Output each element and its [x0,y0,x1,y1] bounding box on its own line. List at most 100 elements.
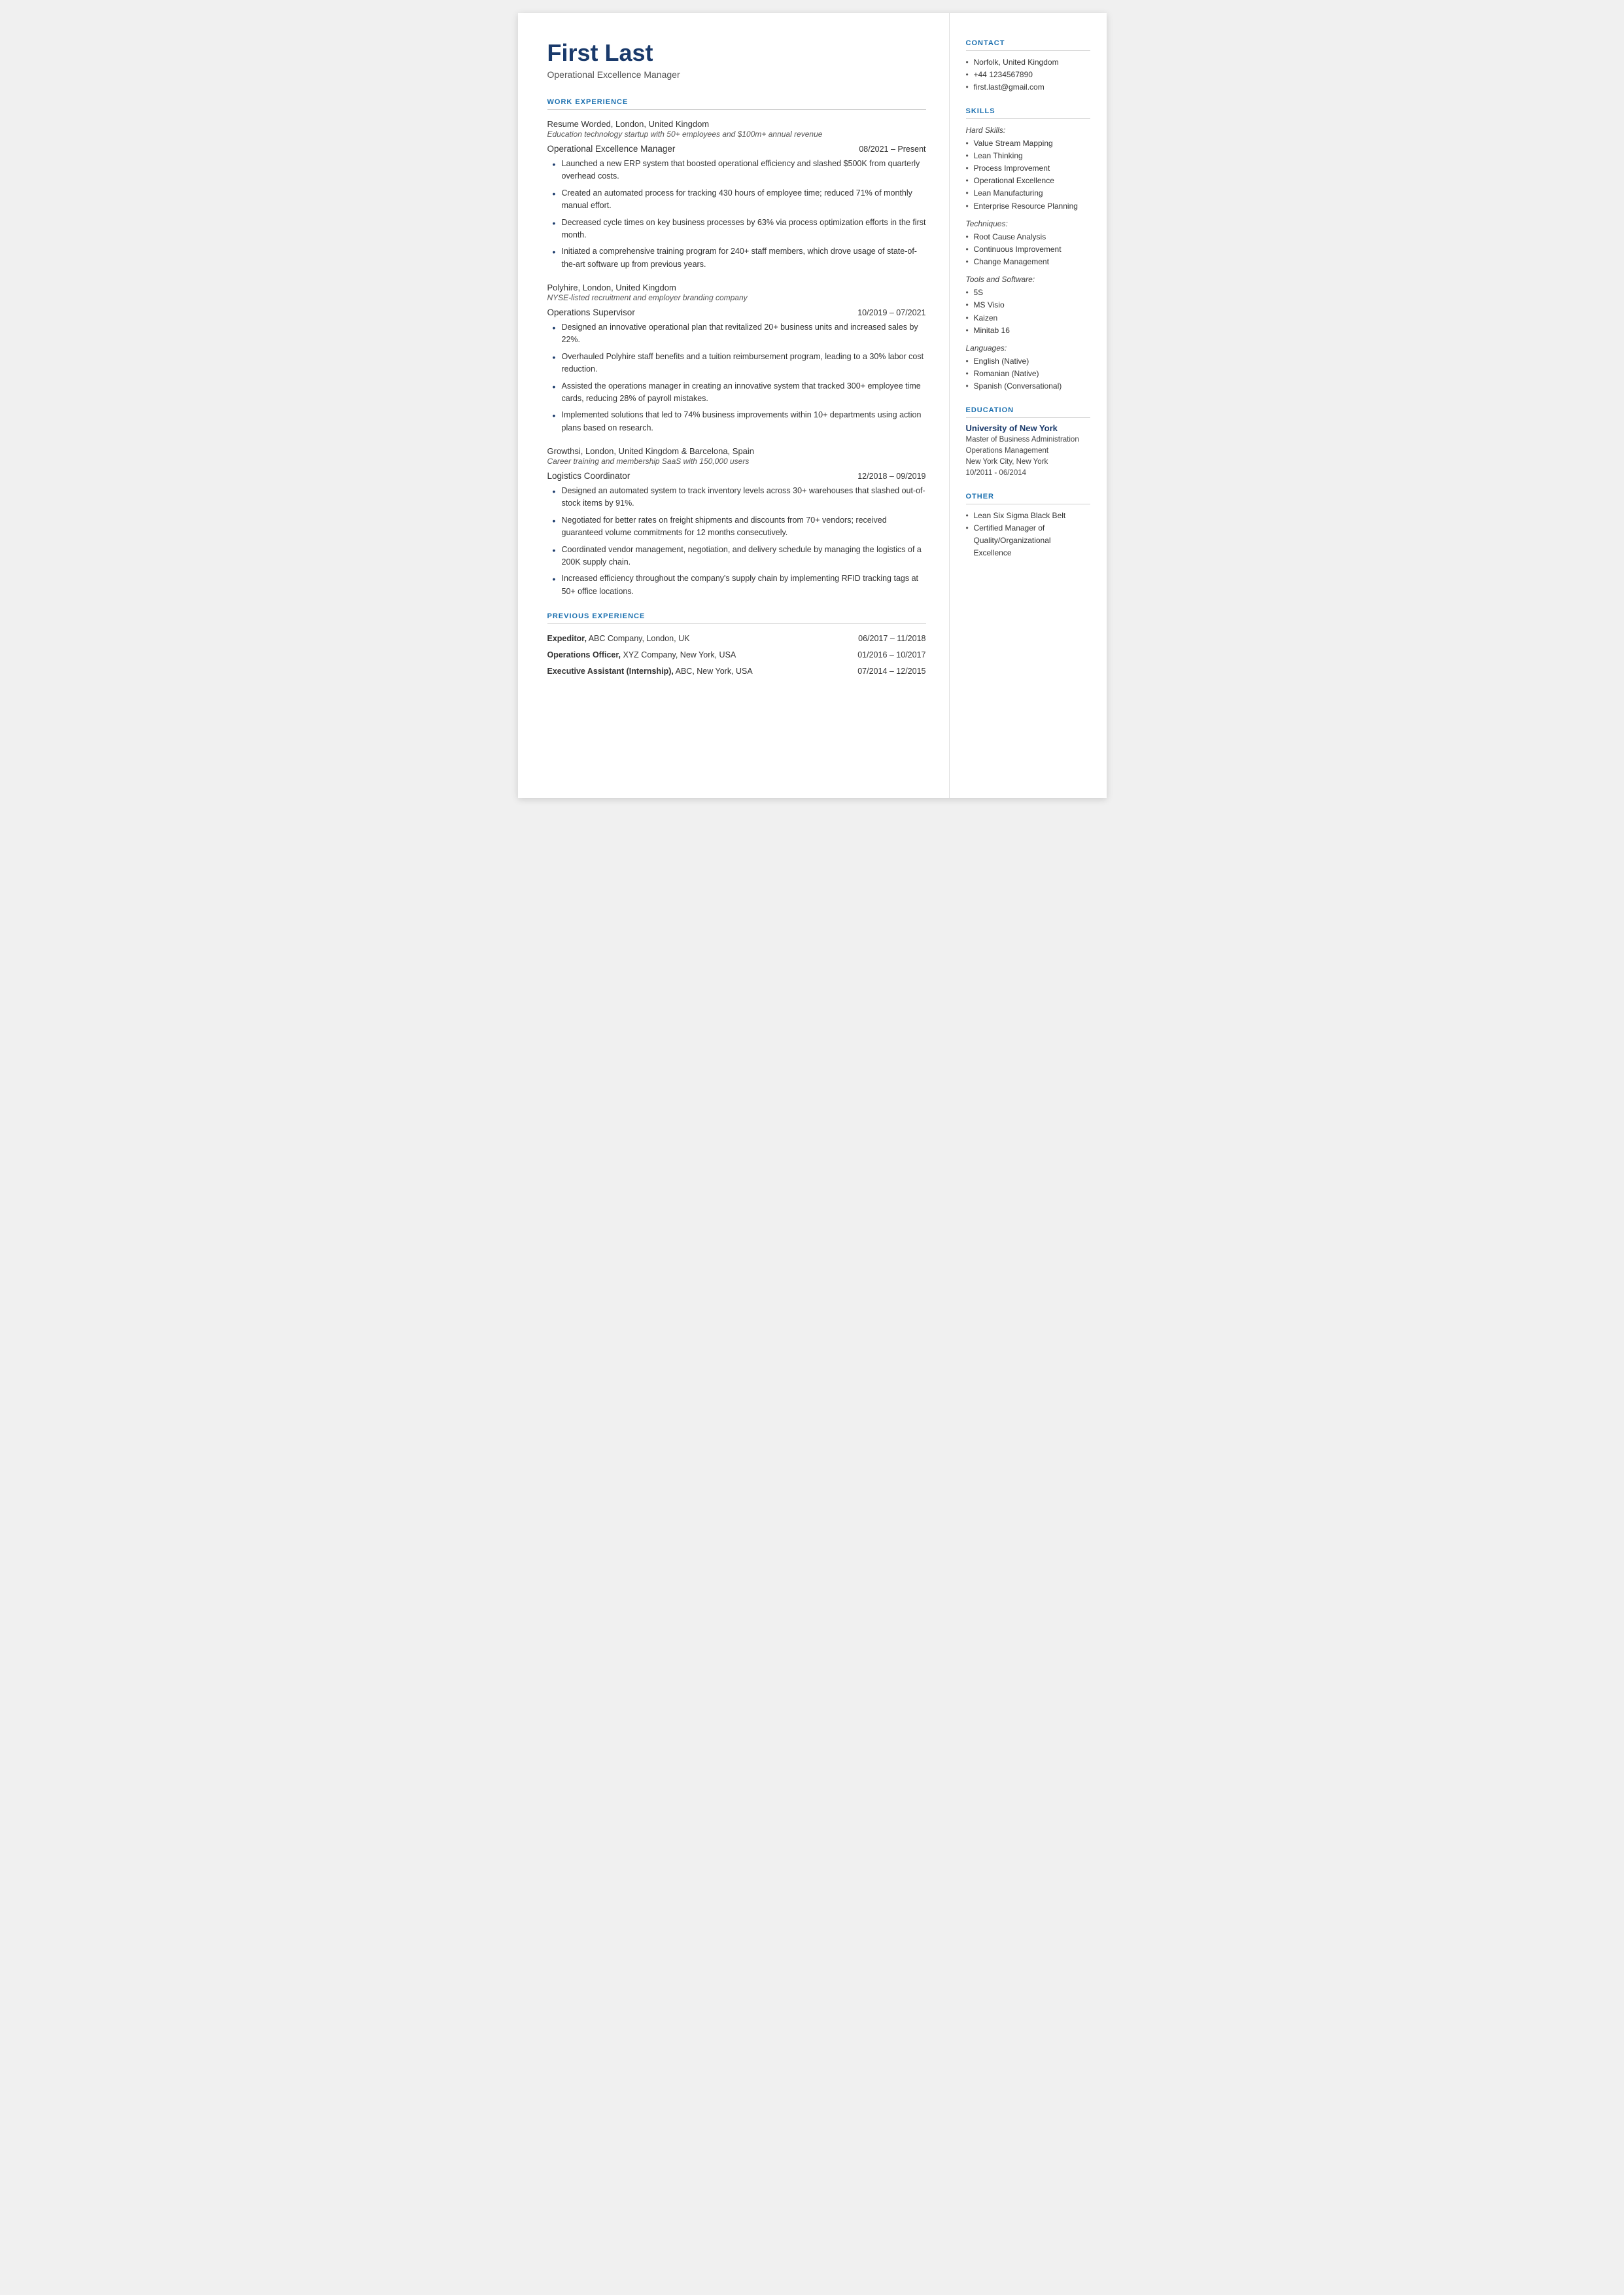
contact-email: first.last@gmail.com [966,81,1090,94]
prev-job-2-title: Operations Officer, [547,650,621,659]
prev-job-2-dates: 01/2016 – 10/2017 [834,647,926,663]
candidate-title: Operational Excellence Manager [547,69,926,80]
languages-list: English (Native) Romanian (Native) Spani… [966,355,1090,393]
prev-job-3: Executive Assistant (Internship), ABC, N… [547,663,926,680]
other-title: OTHER [966,493,1090,504]
skill-item: Value Stream Mapping [966,137,1090,150]
prev-job-3-title: Executive Assistant (Internship), [547,667,674,676]
hard-skills-list: Value Stream Mapping Lean Thinking Proce… [966,137,1090,213]
bullet-item: Initiated a comprehensive training progr… [553,245,926,271]
company-2-name: Polyhire, [547,283,581,292]
tool-item: Kaizen [966,312,1090,324]
job-3-title: Logistics Coordinator [547,471,631,481]
company-2: Polyhire, London, United Kingdom [547,283,926,292]
prev-job-1-dates: 06/2017 – 11/2018 [834,631,926,647]
bullet-item: Implemented solutions that led to 74% bu… [553,409,926,434]
prev-job-2: Operations Officer, XYZ Company, New Yor… [547,647,926,663]
job-1-dates: 08/2021 – Present [859,145,925,154]
language-item: Romanian (Native) [966,368,1090,380]
skill-item: Enterprise Resource Planning [966,200,1090,213]
company-3-desc: Career training and membership SaaS with… [547,457,926,466]
prev-job-3-rest: ABC, New York, USA [674,667,753,676]
job-1-bullets: Launched a new ERP system that boosted o… [547,158,926,271]
company-1: Resume Worded, London, United Kingdom [547,119,926,129]
language-item: English (Native) [966,355,1090,368]
bullet-item: Created an automated process for trackin… [553,187,926,213]
skill-item: Lean Manufacturing [966,187,1090,200]
skills-title: SKILLS [966,107,1090,119]
previous-jobs-table: Expeditor, ABC Company, London, UK 06/20… [547,631,926,679]
job-3-dates: 12/2018 – 09/2019 [857,472,925,481]
tool-item: Minitab 16 [966,324,1090,337]
job-2: Polyhire, London, United Kingdom NYSE-li… [547,283,926,434]
job-3: Growthsi, London, United Kingdom & Barce… [547,446,926,598]
skills-section: SKILLS Hard Skills: Value Stream Mapping… [966,107,1090,393]
prev-job-3-dates: 07/2014 – 12/2015 [834,663,926,680]
bullet-item: Launched a new ERP system that boosted o… [553,158,926,183]
job-1: Resume Worded, London, United Kingdom Ed… [547,119,926,271]
company-3-location: London, United Kingdom & Barcelona, Spai… [583,446,754,456]
job-2-title: Operations Supervisor [547,307,635,317]
language-item: Spanish (Conversational) [966,380,1090,393]
bullet-item: Overhauled Polyhire staff benefits and a… [553,351,926,376]
techniques-label: Techniques: [966,219,1090,228]
contact-location: Norfolk, United Kingdom [966,56,1090,69]
contact-phone: +44 1234567890 [966,69,1090,81]
company-1-location: London, United Kingdom [613,119,709,129]
other-item: Certified Manager of Quality/Organizatio… [966,522,1090,560]
previous-experience-title: PREVIOUS EXPERIENCE [547,612,926,624]
left-column: First Last Operational Excellence Manage… [518,13,950,798]
company-3-name: Growthsi, [547,446,583,456]
other-item: Lean Six Sigma Black Belt [966,510,1090,522]
job-2-bullets: Designed an innovative operational plan … [547,321,926,434]
skill-item: Operational Excellence [966,175,1090,187]
techniques-list: Root Cause Analysis Continuous Improveme… [966,231,1090,269]
education-section: EDUCATION University of New York Master … [966,406,1090,480]
prev-job-1-rest: ABC Company, London, UK [587,634,690,643]
contact-section: CONTACT Norfolk, United Kingdom +44 1234… [966,39,1090,94]
previous-experience-section: PREVIOUS EXPERIENCE Expeditor, ABC Compa… [547,612,926,679]
prev-job-3-info: Executive Assistant (Internship), ABC, N… [547,663,834,680]
contact-list: Norfolk, United Kingdom +44 1234567890 f… [966,56,1090,94]
job-2-row: Operations Supervisor 10/2019 – 07/2021 [547,307,926,317]
candidate-name: First Last [547,39,926,67]
technique-item: Continuous Improvement [966,243,1090,256]
edu-degree: Master of Business Administration [966,434,1090,446]
other-section: OTHER Lean Six Sigma Black Belt Certifie… [966,493,1090,560]
edu-field: Operations Management [966,446,1090,457]
prev-job-1-info: Expeditor, ABC Company, London, UK [547,631,834,647]
prev-job-2-rest: XYZ Company, New York, USA [621,650,736,659]
tools-list: 5S MS Visio Kaizen Minitab 16 [966,287,1090,337]
bullet-item: Designed an innovative operational plan … [553,321,926,347]
work-experience-title: WORK EXPERIENCE [547,98,926,110]
prev-job-2-info: Operations Officer, XYZ Company, New Yor… [547,647,834,663]
bullet-item: Increased efficiency throughout the comp… [553,572,926,598]
skill-item: Lean Thinking [966,150,1090,162]
edu-entry-1: University of New York Master of Busines… [966,423,1090,480]
job-1-title: Operational Excellence Manager [547,144,676,154]
bullet-item: Coordinated vendor management, negotiati… [553,544,926,569]
bullet-item: Designed an automated system to track in… [553,485,926,510]
bullet-item: Decreased cycle times on key business pr… [553,217,926,242]
company-1-name: Resume Worded, [547,119,613,129]
prev-job-1: Expeditor, ABC Company, London, UK 06/20… [547,631,926,647]
hard-skills-label: Hard Skills: [966,126,1090,135]
prev-job-1-title: Expeditor, [547,634,587,643]
job-1-row: Operational Excellence Manager 08/2021 –… [547,144,926,154]
education-title: EDUCATION [966,406,1090,418]
job-3-bullets: Designed an automated system to track in… [547,485,926,598]
technique-item: Change Management [966,256,1090,268]
edu-dates: 10/2011 - 06/2014 [966,468,1090,479]
edu-location: New York City, New York [966,457,1090,468]
bullet-item: Negotiated for better rates on freight s… [553,514,926,540]
company-2-location: London, United Kingdom [580,283,676,292]
company-2-desc: NYSE-listed recruitment and employer bra… [547,293,926,302]
tool-item: MS Visio [966,299,1090,311]
right-column: CONTACT Norfolk, United Kingdom +44 1234… [950,13,1107,798]
company-3: Growthsi, London, United Kingdom & Barce… [547,446,926,456]
other-list: Lean Six Sigma Black Belt Certified Mana… [966,510,1090,560]
bullet-item: Assisted the operations manager in creat… [553,380,926,406]
tool-item: 5S [966,287,1090,299]
job-2-dates: 10/2019 – 07/2021 [857,308,925,317]
work-experience-section: WORK EXPERIENCE Resume Worded, London, U… [547,98,926,598]
